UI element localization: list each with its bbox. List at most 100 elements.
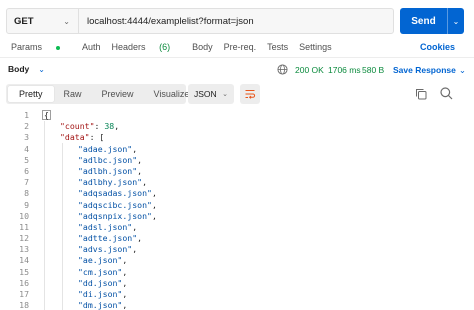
tab-pretty[interactable]: Pretty: [8, 86, 54, 102]
code-text: "adqsadas.json",: [78, 188, 157, 199]
tab-headers[interactable]: Headers (6): [112, 42, 182, 52]
code-text: {: [42, 110, 51, 121]
url-input[interactable]: localhost:4444/examplelist?format=json: [79, 16, 254, 27]
line-number: 3: [24, 132, 29, 143]
code-line: 11 "adsl.json",: [0, 222, 474, 233]
code-text: "data": [: [60, 132, 104, 143]
line-number: 13: [19, 244, 29, 255]
code-text: "adqsnpix.json",: [78, 211, 157, 222]
tab-preview[interactable]: Preview: [92, 86, 144, 102]
copy-icon[interactable]: [414, 87, 428, 101]
code-line: 17 "di.json",: [0, 289, 474, 300]
tab-body[interactable]: Body: [192, 42, 213, 52]
code-line: 5 "adlbc.json",: [0, 155, 474, 166]
json-number: 38: [104, 121, 115, 132]
json-punctuation: ,: [122, 255, 128, 266]
line-number: 7: [24, 177, 29, 188]
line-number: 2: [24, 121, 29, 132]
json-punctuation: :: [94, 121, 105, 132]
response-time[interactable]: 1706 ms: [328, 65, 361, 75]
json-string: "di.json": [78, 289, 123, 299]
json-string: "adtte.json": [78, 233, 138, 244]
json-string: "dm.json": [78, 300, 123, 310]
code-line: 12 "adtte.json",: [0, 233, 474, 244]
code-line: 6 "adlbh.json",: [0, 166, 474, 177]
code-line: 2 "count": 38,: [0, 121, 474, 132]
json-punctuation: ,: [151, 188, 157, 199]
response-size[interactable]: 580 B: [362, 65, 384, 75]
send-button[interactable]: Send ⌄: [400, 8, 464, 34]
json-key: "data": [60, 132, 90, 143]
tab-pre-req[interactable]: Pre-req.: [224, 42, 257, 52]
wrap-lines-button[interactable]: [240, 84, 260, 104]
tab-params-label: Params: [11, 42, 43, 52]
json-string: "adsl.json": [78, 221, 133, 232]
code-text: "dm.json",: [78, 300, 127, 310]
response-body-label: Body: [8, 64, 30, 74]
search-icon[interactable]: [439, 86, 454, 101]
code-text: "adlbhy.json",: [78, 177, 147, 188]
tab-raw[interactable]: Raw: [54, 86, 92, 102]
tab-settings[interactable]: Settings: [299, 42, 332, 52]
code-line: 9 "adqscibc.json",: [0, 200, 474, 211]
format-tabs: Pretty Raw Preview Visualize: [6, 84, 189, 104]
json-punctuation: ,: [142, 177, 148, 188]
save-response-button[interactable]: Save Response ⌄: [393, 65, 466, 76]
json-punctuation: ,: [132, 143, 138, 154]
code-text: "adtte.json",: [78, 233, 142, 244]
language-select[interactable]: JSON ⌄: [188, 84, 234, 104]
line-number: 12: [19, 233, 29, 244]
line-number: 17: [19, 289, 29, 299]
line-number: 1: [24, 110, 29, 120]
json-string: "adae.json": [78, 143, 133, 154]
code-line: 16 "dd.json",: [0, 278, 474, 289]
code-line: 4 "adae.json",: [0, 144, 474, 155]
json-string: "adlbh.json": [78, 165, 138, 176]
json-punctuation: ,: [114, 121, 120, 132]
code-line: 8 "adqsadas.json",: [0, 188, 474, 199]
line-number: 18: [19, 300, 29, 310]
chevron-down-icon[interactable]: ⌄: [448, 17, 464, 26]
code-text: "advs.json",: [78, 244, 137, 255]
cookies-link[interactable]: Cookies: [420, 42, 455, 52]
globe-icon[interactable]: [277, 64, 288, 75]
send-label: Send: [411, 15, 436, 27]
line-number: 6: [24, 165, 29, 176]
code-line: 18 "dm.json",: [0, 300, 474, 310]
status-code[interactable]: 200 OK: [295, 65, 324, 75]
tab-params[interactable]: Params: [11, 42, 71, 52]
json-punctuation: ,: [137, 165, 143, 176]
json-string: "adlbhy.json": [78, 177, 143, 188]
code-line: 15 "cm.json",: [0, 267, 474, 278]
json-punctuation: ,: [122, 300, 128, 310]
method-select[interactable]: GET ⌄: [7, 9, 79, 33]
line-number: 5: [24, 154, 29, 165]
json-punctuation: ,: [137, 233, 143, 244]
tab-tests[interactable]: Tests: [267, 42, 288, 52]
json-punctuation: {: [42, 110, 51, 120]
json-string: "dd.json": [78, 277, 123, 288]
line-number: 14: [19, 255, 29, 266]
json-punctuation: ,: [132, 244, 138, 255]
response-body-dropdown[interactable]: Body ⌄: [8, 64, 45, 74]
request-bar: GET ⌄ localhost:4444/examplelist?format=…: [6, 8, 394, 34]
response-body-viewer[interactable]: 1{2 "count": 38, 3 "data": [4 "adae.json", 5 "…: [0, 110, 474, 310]
json-string: "cm.json": [78, 266, 123, 277]
code-line: 1{: [0, 110, 474, 121]
chevron-down-icon: ⌄: [63, 16, 70, 26]
request-tabs: Params Auth Headers (6) Body Pre-req. Te…: [11, 42, 343, 52]
code-text: "count": 38,: [60, 121, 119, 132]
line-number: 10: [19, 210, 29, 221]
code-line: 14 "ae.json",: [0, 255, 474, 266]
json-punctuation: ,: [132, 221, 138, 232]
code-text: "di.json",: [78, 289, 127, 300]
line-number: 11: [19, 221, 29, 232]
tab-headers-label: Headers: [111, 42, 146, 52]
json-punctuation: ,: [137, 154, 143, 165]
code-text: "adlbh.json",: [78, 166, 142, 177]
divider: [0, 57, 474, 58]
code-line: 7 "adlbhy.json",: [0, 177, 474, 188]
code-line: 10 "adqsnpix.json",: [0, 211, 474, 222]
code-line: 3 "data": [: [0, 132, 474, 143]
tab-auth[interactable]: Auth: [82, 42, 101, 52]
